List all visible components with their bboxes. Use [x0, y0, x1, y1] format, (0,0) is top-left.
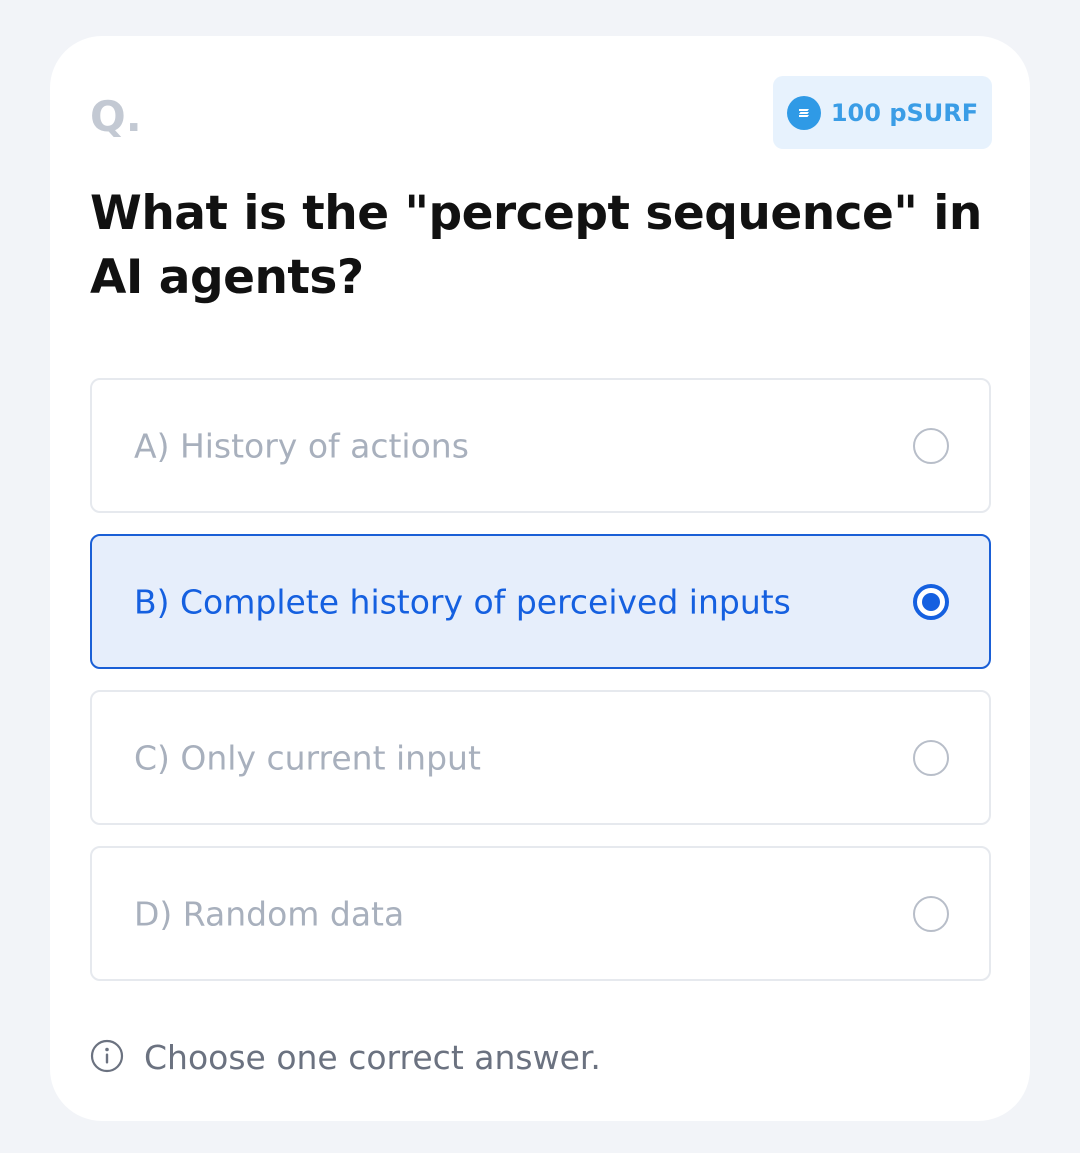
option-b-radio[interactable] — [913, 583, 949, 620]
option-b[interactable]: B) Complete history of perceived inputs — [90, 534, 991, 669]
option-d-label: D) Random data — [134, 894, 405, 933]
reward-badge: 100 pSURF — [773, 76, 992, 149]
radio-selected-dot — [922, 592, 940, 611]
hint-text: Choose one correct answer. — [144, 1038, 601, 1077]
option-b-label: B) Complete history of perceived inputs — [134, 582, 791, 621]
question-text: What is the "percept sequence" in AI age… — [90, 186, 982, 305]
option-a-label: A) History of actions — [134, 426, 469, 465]
option-d-radio[interactable] — [913, 895, 949, 932]
hint: Choose one correct answer. — [90, 1038, 601, 1077]
option-c-radio[interactable] — [913, 739, 949, 776]
option-c-label: C) Only current input — [134, 738, 481, 777]
question-marker: Q. — [90, 92, 142, 141]
coin-icon — [786, 95, 821, 130]
option-d[interactable]: D) Random data — [90, 846, 991, 981]
option-c[interactable]: C) Only current input — [90, 690, 991, 825]
reward-amount: 100 pSURF — [830, 98, 979, 127]
info-icon — [90, 1039, 124, 1077]
option-a-radio[interactable] — [913, 427, 949, 464]
question-card: Q. 100 pSURF What is the "percept sequen… — [50, 36, 1030, 1121]
option-a[interactable]: A) History of actions — [90, 378, 991, 513]
